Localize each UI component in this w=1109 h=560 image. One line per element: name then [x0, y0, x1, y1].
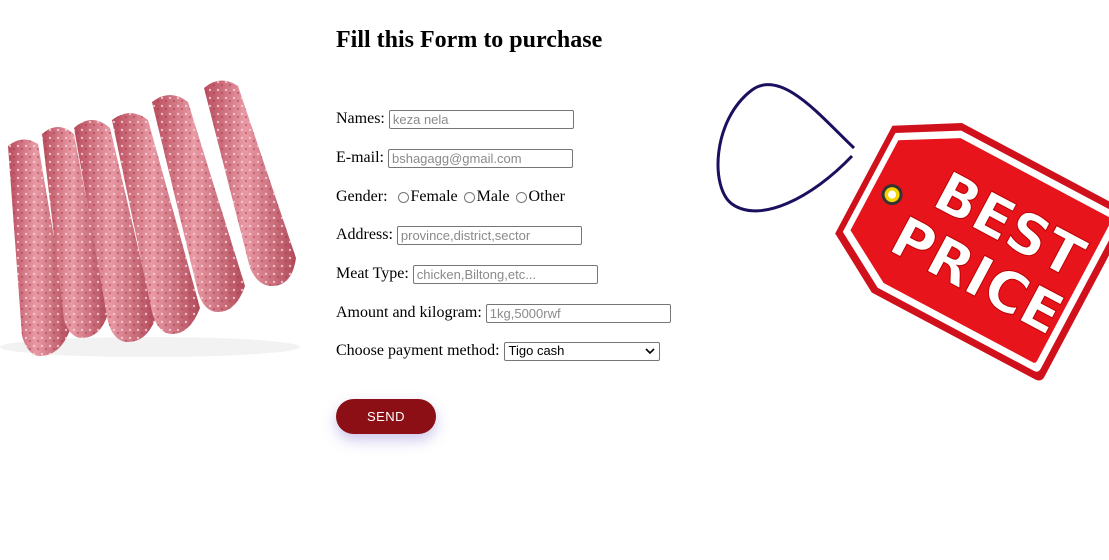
other-label: Other [528, 188, 565, 205]
payment-row: Choose payment method: Tigo cash [336, 340, 660, 362]
purchase-form: Fill this Form to purchase Names: E-mail… [336, 26, 696, 434]
email-label: E-mail: [336, 149, 384, 166]
names-row: Names: [336, 108, 574, 130]
amount-row: Amount and kilogram: [336, 302, 671, 324]
payment-selected-value: Tigo cash [508, 343, 565, 358]
address-row: Address: [336, 224, 582, 246]
chevron-down-icon [644, 347, 655, 354]
radio-male[interactable] [463, 191, 475, 203]
meat-type-input[interactable] [412, 264, 598, 284]
meat-type-label: Meat Type: [336, 265, 409, 282]
send-button[interactable]: SEND [336, 399, 436, 434]
radio-other[interactable] [515, 191, 527, 203]
gender-option-female[interactable]: Female [397, 186, 458, 208]
email-input[interactable] [387, 148, 573, 168]
gender-option-other[interactable]: Other [515, 186, 565, 208]
price-tag-graphic: BEST PRICE [716, 83, 1109, 381]
address-label: Address: [336, 226, 393, 243]
payment-method-select[interactable]: Tigo cash [503, 341, 660, 361]
names-label: Names: [336, 110, 385, 127]
meat-type-row: Meat Type: [336, 263, 598, 285]
gender-label: Gender: [336, 188, 388, 205]
names-input[interactable] [388, 109, 574, 129]
form-title: Fill this Form to purchase [336, 27, 603, 53]
amount-label: Amount and kilogram: [336, 304, 482, 321]
gender-option-male[interactable]: Male [463, 186, 510, 208]
gender-row: Gender: Female Male Other [336, 186, 565, 208]
radio-female[interactable] [397, 191, 409, 203]
address-input[interactable] [396, 225, 582, 245]
best-price-tag-image: BEST PRICE [712, 28, 1109, 420]
payment-label: Choose payment method: [336, 342, 500, 359]
amount-input[interactable] [485, 303, 671, 323]
male-label: Male [476, 188, 510, 205]
sausage-image [0, 80, 300, 357]
email-row: E-mail: [336, 147, 573, 169]
female-label: Female [410, 188, 458, 205]
